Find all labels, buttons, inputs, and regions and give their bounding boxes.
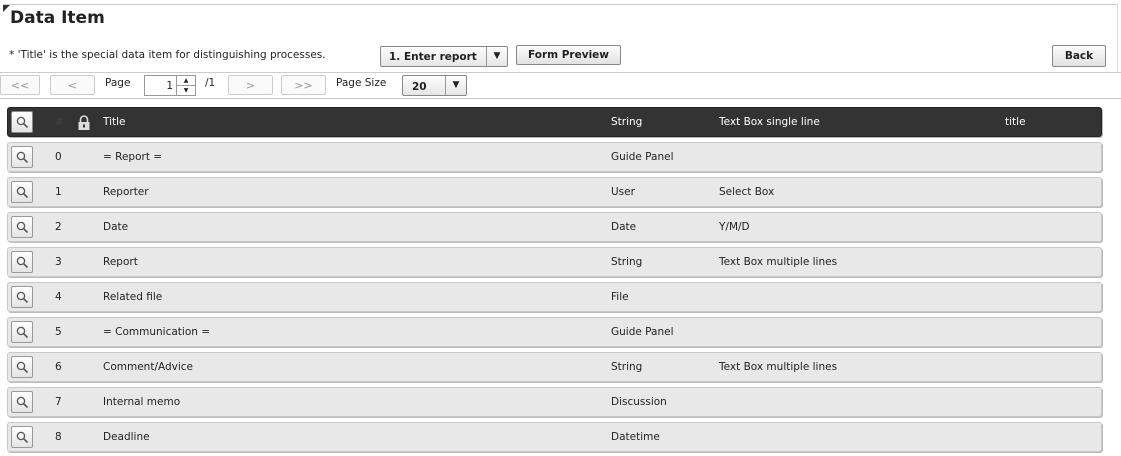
page-number-stepper[interactable]: 1 ▲ ▼: [144, 75, 196, 96]
header-type: String: [611, 116, 643, 128]
row-type: User: [611, 186, 635, 198]
magnifier-icon[interactable]: [11, 111, 33, 133]
first-page-button[interactable]: <<: [0, 75, 40, 95]
corner-marker: [3, 5, 10, 12]
title-note: * 'Title' is the special data item for d…: [9, 49, 326, 61]
row-type: Guide Panel: [611, 151, 674, 163]
row-type: String: [611, 361, 643, 373]
table-row[interactable]: 6 Comment/Advice String Text Box multipl…: [7, 352, 1102, 382]
magnifier-icon[interactable]: [11, 321, 33, 343]
chevron-down-icon: ▼: [486, 47, 507, 66]
row-title: Deadline: [103, 431, 150, 443]
header-key: title: [1005, 116, 1026, 128]
row-number: 7: [55, 396, 62, 408]
row-title: Report: [103, 256, 138, 268]
row-number: 1: [55, 186, 62, 198]
chevron-down-icon: ▼: [445, 76, 466, 95]
lock-icon: [77, 115, 91, 134]
row-input: Y/M/D: [719, 221, 750, 233]
row-title: Date: [103, 221, 129, 233]
magnifier-icon[interactable]: [11, 286, 33, 308]
page-title: Data Item: [10, 8, 105, 28]
back-button[interactable]: Back: [1052, 45, 1106, 67]
row-number: 0: [55, 151, 62, 163]
row-type: Date: [611, 221, 637, 233]
row-title: Related file: [103, 291, 163, 303]
magnifier-icon[interactable]: [11, 251, 33, 273]
page-number-value: 1: [166, 80, 173, 92]
magnifier-icon[interactable]: [11, 146, 33, 168]
magnifier-icon[interactable]: [11, 426, 33, 448]
row-number: 8: [55, 431, 62, 443]
table-row[interactable]: 3 Report String Text Box multiple lines: [7, 247, 1102, 277]
row-title: = Communication =: [103, 326, 211, 338]
table-row[interactable]: 4 Related file File: [7, 282, 1102, 312]
row-type: File: [611, 291, 629, 303]
table-row[interactable]: 8 Deadline Datetime: [7, 422, 1102, 452]
header-number[interactable]: #: [55, 116, 64, 128]
arrow-down-icon[interactable]: ▼: [177, 86, 195, 95]
page-label: Page: [105, 77, 131, 89]
prev-page-button[interactable]: <: [50, 75, 95, 95]
table-row[interactable]: 5 = Communication = Guide Panel: [7, 317, 1102, 347]
next-page-button[interactable]: >: [228, 75, 273, 95]
row-type: Datetime: [611, 431, 660, 443]
last-page-button[interactable]: >>: [281, 75, 326, 95]
magnifier-icon[interactable]: [11, 391, 33, 413]
row-title: Internal memo: [103, 396, 181, 408]
form-select[interactable]: 1. Enter report ▼: [380, 46, 508, 67]
row-title: = Report =: [103, 151, 163, 163]
row-type: Guide Panel: [611, 326, 674, 338]
row-input: Text Box multiple lines: [719, 256, 838, 268]
table-row[interactable]: 0 = Report = Guide Panel: [7, 142, 1102, 172]
page-total: /1: [205, 77, 216, 89]
header-title: Title: [103, 116, 126, 128]
magnifier-icon[interactable]: [11, 181, 33, 203]
row-title: Comment/Advice: [103, 361, 194, 373]
row-number: 6: [55, 361, 62, 373]
table-row[interactable]: 2 Date Date Y/M/D: [7, 212, 1102, 242]
row-number: 2: [55, 221, 62, 233]
row-title: Reporter: [103, 186, 149, 198]
row-type: String: [611, 256, 643, 268]
page-size-label: Page Size: [336, 77, 387, 89]
table-header: # Title String Text Box single line titl…: [7, 107, 1102, 137]
page-size-value: 20: [412, 81, 427, 93]
header-input: Text Box single line: [719, 116, 820, 128]
row-type: Discussion: [611, 396, 667, 408]
magnifier-icon[interactable]: [11, 216, 33, 238]
row-number: 3: [55, 256, 62, 268]
stepper-arrows[interactable]: ▲ ▼: [176, 76, 195, 95]
row-input: Text Box multiple lines: [719, 361, 838, 373]
row-number: 5: [55, 326, 62, 338]
magnifier-icon[interactable]: [11, 356, 33, 378]
page-size-select[interactable]: 20 ▼: [402, 75, 467, 96]
table-row[interactable]: 1 Reporter User Select Box: [7, 177, 1102, 207]
form-select-value: 1. Enter report: [389, 51, 477, 63]
row-input: Select Box: [719, 186, 775, 198]
pager-bar: << < Page 1 ▲ ▼ /1 > >> Page Size 20 ▼: [0, 72, 1121, 99]
row-number: 4: [55, 291, 62, 303]
arrow-up-icon[interactable]: ▲: [177, 76, 195, 86]
form-preview-button[interactable]: Form Preview: [516, 45, 621, 65]
table-row[interactable]: 7 Internal memo Discussion: [7, 387, 1102, 417]
